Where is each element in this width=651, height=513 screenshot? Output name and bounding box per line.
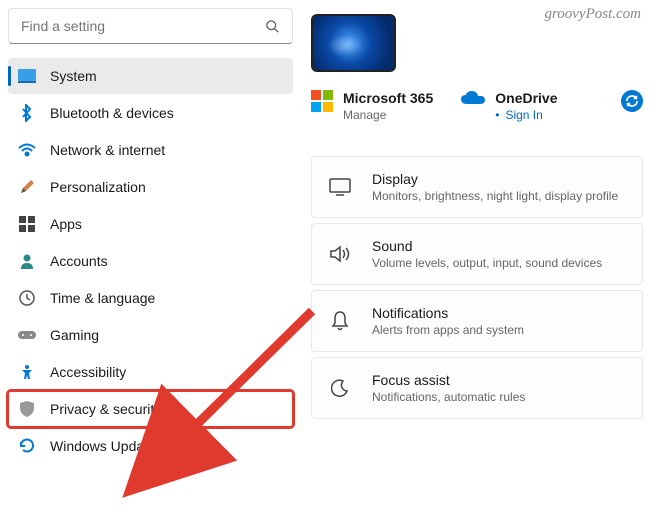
sidebar-item-label: Windows Update (50, 438, 156, 454)
cloud-row: Microsoft 365 Manage OneDrive Sign In (311, 90, 643, 122)
moon-icon (328, 376, 352, 400)
setting-title: Focus assist (372, 372, 525, 388)
sidebar-item-privacy-security[interactable]: Privacy & security (8, 391, 293, 427)
sidebar-item-system[interactable]: System (8, 58, 293, 94)
sidebar-item-apps[interactable]: Apps (8, 206, 293, 242)
accessibility-icon (18, 363, 36, 381)
setting-focus-assist[interactable]: Focus assist Notifications, automatic ru… (311, 357, 643, 419)
shield-icon (18, 400, 36, 418)
onedrive-title: OneDrive (495, 90, 557, 106)
setting-sub: Volume levels, output, input, sound devi… (372, 256, 602, 270)
clock-icon (18, 289, 36, 307)
sidebar-item-label: Accounts (50, 253, 108, 269)
paintbrush-icon (18, 178, 36, 196)
display-icon (328, 175, 352, 199)
update-icon (18, 437, 36, 455)
setting-sub: Alerts from apps and system (372, 323, 524, 337)
setting-title: Sound (372, 238, 602, 254)
wifi-icon (18, 141, 36, 159)
search-icon (265, 19, 280, 34)
setting-title: Notifications (372, 305, 524, 321)
setting-sub: Notifications, automatic rules (372, 390, 525, 404)
system-icon (18, 67, 36, 85)
watermark-text: groovyPost.com (544, 6, 641, 23)
sidebar-item-accessibility[interactable]: Accessibility (8, 354, 293, 390)
search-input[interactable] (21, 18, 265, 34)
sidebar-item-personalization[interactable]: Personalization (8, 169, 293, 205)
sidebar-item-label: Time & language (50, 290, 155, 306)
ms365-sub[interactable]: Manage (343, 108, 433, 122)
sidebar-item-network[interactable]: Network & internet (8, 132, 293, 168)
sidebar-item-gaming[interactable]: Gaming (8, 317, 293, 353)
setting-notifications[interactable]: Notifications Alerts from apps and syste… (311, 290, 643, 352)
sidebar-item-label: Network & internet (50, 142, 165, 158)
sidebar-item-label: Accessibility (50, 364, 126, 380)
sidebar-item-label: System (50, 68, 97, 84)
ms365-title: Microsoft 365 (343, 90, 433, 106)
setting-title: Display (372, 171, 618, 187)
sound-icon (328, 242, 352, 266)
gamepad-icon (18, 326, 36, 344)
settings-list: Display Monitors, brightness, night ligh… (311, 156, 643, 419)
sidebar-item-label: Bluetooth & devices (50, 105, 174, 121)
onedrive-icon (461, 90, 485, 106)
microsoft-icon (311, 90, 333, 112)
sidebar-item-label: Gaming (50, 327, 99, 343)
search-box[interactable] (8, 8, 293, 44)
apps-icon (18, 215, 36, 233)
nav-list: System Bluetooth & devices Network & int… (8, 58, 293, 464)
person-icon (18, 252, 36, 270)
microsoft-365-card[interactable]: Microsoft 365 Manage (311, 90, 433, 122)
sidebar: System Bluetooth & devices Network & int… (8, 8, 293, 505)
setting-sound[interactable]: Sound Volume levels, output, input, soun… (311, 223, 643, 285)
sidebar-item-windows-update[interactable]: Windows Update (8, 428, 293, 464)
sync-icon[interactable] (621, 90, 643, 112)
main-panel: Microsoft 365 Manage OneDrive Sign In (299, 8, 643, 505)
onedrive-sub[interactable]: Sign In (495, 108, 557, 122)
sidebar-item-time-language[interactable]: Time & language (8, 280, 293, 316)
sidebar-item-label: Apps (50, 216, 82, 232)
onedrive-card[interactable]: OneDrive Sign In (461, 90, 557, 122)
bell-icon (328, 309, 352, 333)
setting-display[interactable]: Display Monitors, brightness, night ligh… (311, 156, 643, 218)
bluetooth-icon (18, 104, 36, 122)
sidebar-item-accounts[interactable]: Accounts (8, 243, 293, 279)
sidebar-item-label: Privacy & security (50, 401, 161, 417)
sidebar-item-bluetooth[interactable]: Bluetooth & devices (8, 95, 293, 131)
desktop-preview-image (311, 14, 396, 72)
sidebar-item-label: Personalization (50, 179, 146, 195)
setting-sub: Monitors, brightness, night light, displ… (372, 189, 618, 203)
